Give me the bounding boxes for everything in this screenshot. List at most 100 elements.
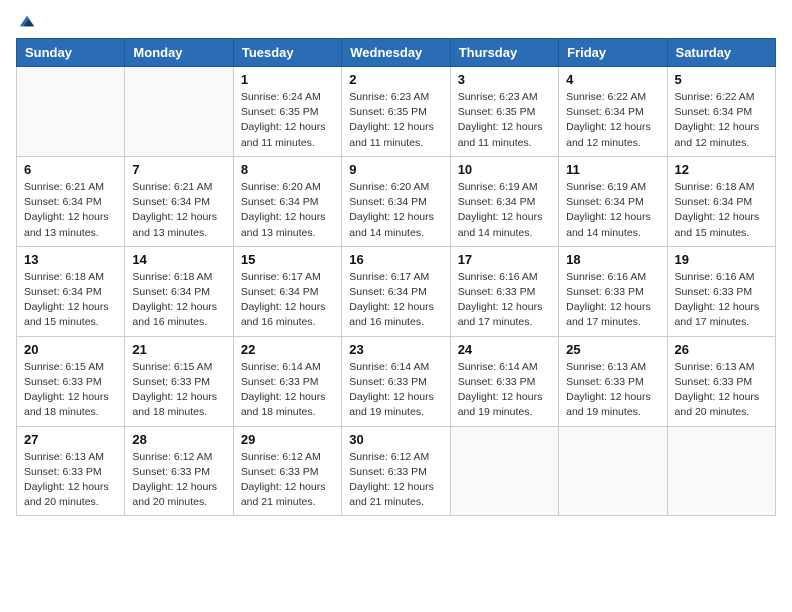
calendar-cell: 28 Sunrise: 6:12 AM Sunset: 6:33 PM Dayli… [125, 426, 233, 516]
header [16, 16, 776, 28]
calendar-cell: 6Sunrise: 6:21 AM Sunset: 6:34 PM Daylig… [17, 156, 125, 246]
calendar-cell: 30Sunrise: 6:12 AM Sunset: 6:33 PM Dayli… [342, 426, 450, 516]
day-info: Sunrise: 6:20 AM Sunset: 6:34 PM Dayligh… [349, 180, 442, 241]
day-info: Sunrise: 6:19 AM Sunset: 6:34 PM Dayligh… [566, 180, 659, 241]
day-info: Sunrise: 6:13 AM Sunset: 6:33 PM Dayligh… [24, 450, 117, 511]
day-info: Sunrise: 6:15 AM Sunset: 6:33 PM Dayligh… [132, 360, 225, 421]
calendar-cell: 5 Sunrise: 6:22 AM Sunset: 6:34 PM Daylig… [667, 67, 775, 157]
day-number: 29 [241, 432, 334, 447]
day-info: Sunrise: 6:19 AM Sunset: 6:34 PM Dayligh… [458, 180, 551, 241]
calendar-cell: 2Sunrise: 6:23 AM Sunset: 6:35 PM Daylig… [342, 67, 450, 157]
day-number: 19 [675, 252, 768, 267]
calendar-cell: 24 Sunrise: 6:14 AM Sunset: 6:33 PM Dayli… [450, 336, 558, 426]
day-number: 6 [24, 162, 117, 177]
day-number: 25 [566, 342, 659, 357]
day-number: 14 [132, 252, 225, 267]
day-number: 16 [349, 252, 442, 267]
day-info: Sunrise: 6:12 AM Sunset: 6:33 PM Dayligh… [241, 450, 334, 511]
calendar-cell: 3 Sunrise: 6:23 AM Sunset: 6:35 PM Daylig… [450, 67, 558, 157]
calendar-cell: 10 Sunrise: 6:19 AM Sunset: 6:34 PM Dayli… [450, 156, 558, 246]
day-info: Sunrise: 6:12 AM Sunset: 6:33 PM Dayligh… [349, 450, 442, 511]
day-info: Sunrise: 6:22 AM Sunset: 6:34 PM Dayligh… [566, 90, 659, 151]
day-info: Sunrise: 6:14 AM Sunset: 6:33 PM Dayligh… [458, 360, 551, 421]
day-number: 8 [241, 162, 334, 177]
day-info: Sunrise: 6:23 AM Sunset: 6:35 PM Dayligh… [349, 90, 442, 151]
week-row-5: 27 Sunrise: 6:13 AM Sunset: 6:33 PM Dayli… [17, 426, 776, 516]
calendar-cell: 9 Sunrise: 6:20 AM Sunset: 6:34 PM Daylig… [342, 156, 450, 246]
calendar-cell: 20Sunrise: 6:15 AM Sunset: 6:33 PM Dayli… [17, 336, 125, 426]
calendar-cell: 11Sunrise: 6:19 AM Sunset: 6:34 PM Dayli… [559, 156, 667, 246]
day-number: 5 [675, 72, 768, 87]
calendar-cell [450, 426, 558, 516]
day-number: 15 [241, 252, 334, 267]
weekday-header-thursday: Thursday [450, 39, 558, 67]
week-row-1: 1 Sunrise: 6:24 AM Sunset: 6:35 PM Daylig… [17, 67, 776, 157]
week-row-3: 13 Sunrise: 6:18 AM Sunset: 6:34 PM Dayli… [17, 246, 776, 336]
day-info: Sunrise: 6:15 AM Sunset: 6:33 PM Dayligh… [24, 360, 117, 421]
day-number: 9 [349, 162, 442, 177]
day-number: 18 [566, 252, 659, 267]
calendar-cell: 7 Sunrise: 6:21 AM Sunset: 6:34 PM Daylig… [125, 156, 233, 246]
day-number: 12 [675, 162, 768, 177]
day-info: Sunrise: 6:21 AM Sunset: 6:34 PM Dayligh… [132, 180, 225, 241]
calendar-cell: 14 Sunrise: 6:18 AM Sunset: 6:34 PM Dayli… [125, 246, 233, 336]
calendar-cell: 1 Sunrise: 6:24 AM Sunset: 6:35 PM Daylig… [233, 67, 341, 157]
day-number: 10 [458, 162, 551, 177]
logo-icon [18, 12, 36, 30]
day-info: Sunrise: 6:23 AM Sunset: 6:35 PM Dayligh… [458, 90, 551, 151]
calendar-cell: 16 Sunrise: 6:17 AM Sunset: 6:34 PM Dayli… [342, 246, 450, 336]
calendar-cell [17, 67, 125, 157]
day-info: Sunrise: 6:14 AM Sunset: 6:33 PM Dayligh… [241, 360, 334, 421]
day-number: 28 [132, 432, 225, 447]
day-info: Sunrise: 6:13 AM Sunset: 6:33 PM Dayligh… [566, 360, 659, 421]
weekday-header-monday: Monday [125, 39, 233, 67]
calendar-cell [125, 67, 233, 157]
day-number: 21 [132, 342, 225, 357]
day-info: Sunrise: 6:13 AM Sunset: 6:33 PM Dayligh… [675, 360, 768, 421]
day-info: Sunrise: 6:24 AM Sunset: 6:35 PM Dayligh… [241, 90, 334, 151]
day-number: 23 [349, 342, 442, 357]
calendar-cell [667, 426, 775, 516]
day-info: Sunrise: 6:16 AM Sunset: 6:33 PM Dayligh… [566, 270, 659, 331]
calendar-cell: 22 Sunrise: 6:14 AM Sunset: 6:33 PM Dayli… [233, 336, 341, 426]
calendar-cell: 19Sunrise: 6:16 AM Sunset: 6:33 PM Dayli… [667, 246, 775, 336]
weekday-header-sunday: Sunday [17, 39, 125, 67]
day-info: Sunrise: 6:18 AM Sunset: 6:34 PM Dayligh… [132, 270, 225, 331]
day-number: 27 [24, 432, 117, 447]
calendar-cell: 23 Sunrise: 6:14 AM Sunset: 6:33 PM Dayli… [342, 336, 450, 426]
week-row-4: 20Sunrise: 6:15 AM Sunset: 6:33 PM Dayli… [17, 336, 776, 426]
weekday-header-friday: Friday [559, 39, 667, 67]
weekday-header-row: SundayMondayTuesdayWednesdayThursdayFrid… [17, 39, 776, 67]
day-info: Sunrise: 6:14 AM Sunset: 6:33 PM Dayligh… [349, 360, 442, 421]
day-info: Sunrise: 6:12 AM Sunset: 6:33 PM Dayligh… [132, 450, 225, 511]
day-number: 22 [241, 342, 334, 357]
day-number: 7 [132, 162, 225, 177]
logo [16, 16, 36, 28]
day-info: Sunrise: 6:16 AM Sunset: 6:33 PM Dayligh… [458, 270, 551, 331]
calendar-cell: 27 Sunrise: 6:13 AM Sunset: 6:33 PM Dayli… [17, 426, 125, 516]
calendar-cell: 25 Sunrise: 6:13 AM Sunset: 6:33 PM Dayli… [559, 336, 667, 426]
calendar: SundayMondayTuesdayWednesdayThursdayFrid… [16, 38, 776, 516]
calendar-cell: 29 Sunrise: 6:12 AM Sunset: 6:33 PM Dayli… [233, 426, 341, 516]
calendar-cell: 13 Sunrise: 6:18 AM Sunset: 6:34 PM Dayli… [17, 246, 125, 336]
day-number: 3 [458, 72, 551, 87]
weekday-header-saturday: Saturday [667, 39, 775, 67]
day-number: 17 [458, 252, 551, 267]
calendar-cell: 18 Sunrise: 6:16 AM Sunset: 6:33 PM Dayli… [559, 246, 667, 336]
calendar-cell: 21 Sunrise: 6:15 AM Sunset: 6:33 PM Dayli… [125, 336, 233, 426]
day-number: 26 [675, 342, 768, 357]
day-info: Sunrise: 6:18 AM Sunset: 6:34 PM Dayligh… [24, 270, 117, 331]
weekday-header-tuesday: Tuesday [233, 39, 341, 67]
day-info: Sunrise: 6:18 AM Sunset: 6:34 PM Dayligh… [675, 180, 768, 241]
day-info: Sunrise: 6:22 AM Sunset: 6:34 PM Dayligh… [675, 90, 768, 151]
day-number: 24 [458, 342, 551, 357]
calendar-cell: 15Sunrise: 6:17 AM Sunset: 6:34 PM Dayli… [233, 246, 341, 336]
week-row-2: 6 Sunrise: 6:21 AM Sunset: 6:34 PM Daylig… [17, 156, 776, 246]
weekday-header-wednesday: Wednesday [342, 39, 450, 67]
day-number: 13 [24, 252, 117, 267]
day-info: Sunrise: 6:17 AM Sunset: 6:34 PM Dayligh… [349, 270, 442, 331]
day-number: 1 [241, 72, 334, 87]
calendar-cell: 26 Sunrise: 6:13 AM Sunset: 6:33 PM Dayli… [667, 336, 775, 426]
calendar-cell: 4Sunrise: 6:22 AM Sunset: 6:34 PM Daylig… [559, 67, 667, 157]
calendar-cell: 8Sunrise: 6:20 AM Sunset: 6:34 PM Daylig… [233, 156, 341, 246]
